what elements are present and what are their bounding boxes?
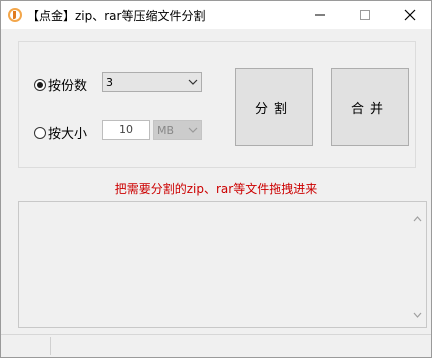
split-by-size-label: 按大小 — [48, 127, 88, 142]
window-title: 【点金】zip、rar等压缩文件分割 — [27, 9, 206, 23]
split-by-count-radio[interactable] — [34, 78, 46, 91]
minimize-icon — [315, 14, 325, 16]
split-by-count-label: 按份数 — [48, 79, 88, 94]
app-window: 【点金】zip、rar等压缩文件分割 按份数 3 按大小 10 MB 分割 合并… — [0, 0, 432, 358]
split-by-count-option[interactable]: 按份数 — [34, 75, 87, 94]
size-value-input[interactable]: 10 — [102, 120, 150, 140]
scroll-down-icon[interactable] — [409, 306, 426, 323]
scroll-up-icon[interactable] — [409, 210, 426, 227]
size-unit-value: MB — [157, 123, 175, 137]
size-unit-select[interactable]: MB — [153, 120, 202, 140]
drop-hint-text: 把需要分割的zip、rar等文件拖拽进来 — [114, 182, 318, 196]
vertical-scrollbar[interactable] — [409, 202, 426, 327]
split-by-size-radio[interactable] — [34, 126, 46, 139]
close-icon — [404, 9, 416, 21]
minimize-button[interactable] — [297, 1, 343, 29]
title-bar: 【点金】zip、rar等压缩文件分割 — [1, 1, 431, 29]
app-logo-icon — [7, 7, 23, 23]
maximize-button[interactable] — [342, 1, 388, 29]
status-bar — [1, 334, 431, 357]
chevron-down-icon — [185, 127, 201, 133]
status-divider — [50, 337, 51, 355]
maximize-icon — [360, 10, 370, 20]
chevron-down-icon — [185, 79, 201, 85]
part-count-value: 3 — [106, 75, 113, 89]
part-count-select[interactable]: 3 — [102, 72, 202, 92]
file-drop-area[interactable] — [18, 201, 427, 328]
merge-button[interactable]: 合并 — [331, 68, 409, 146]
split-button[interactable]: 分割 — [235, 68, 313, 146]
close-button[interactable] — [387, 1, 433, 29]
split-by-size-option[interactable]: 按大小 — [34, 123, 87, 142]
